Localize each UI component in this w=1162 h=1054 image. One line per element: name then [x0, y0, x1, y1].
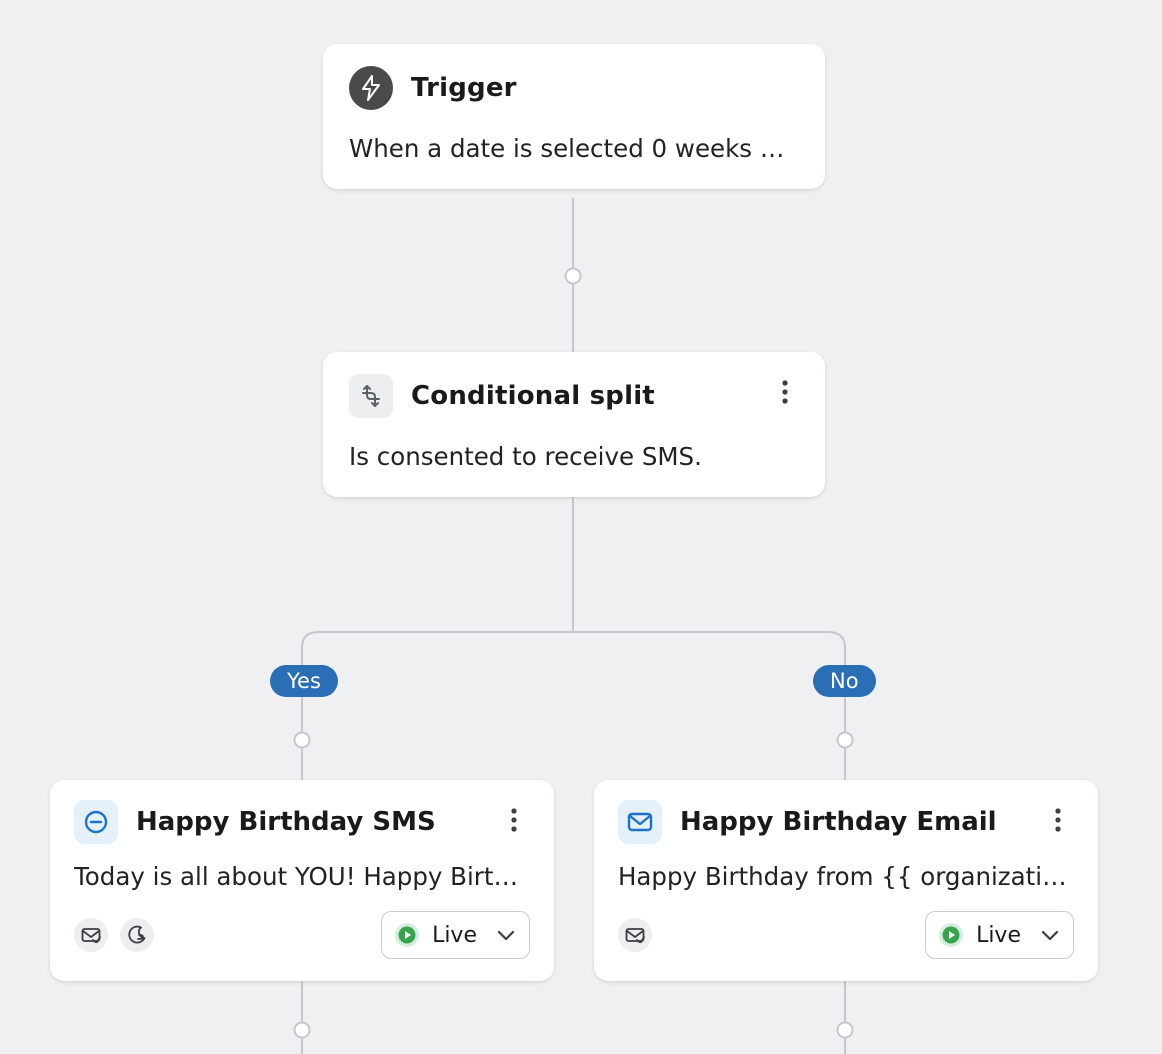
- split-title: Conditional split: [411, 381, 655, 411]
- lightning-icon: [349, 66, 393, 110]
- trigger-description: When a date is selected 0 weeks before .…: [349, 132, 799, 165]
- email-card-description: Happy Birthday from {{ organization.nam.…: [618, 862, 1074, 891]
- email-card-title: Happy Birthday Email: [680, 807, 997, 837]
- sms-card-title: Happy Birthday SMS: [136, 807, 436, 837]
- play-icon: [394, 922, 420, 948]
- kebab-icon: [782, 380, 788, 404]
- chevron-down-icon: [1041, 930, 1059, 941]
- sms-icon: [74, 800, 118, 844]
- branch-pill-yes: Yes: [270, 665, 338, 697]
- sms-status-select[interactable]: Live: [381, 911, 530, 959]
- sms-card-menu-button[interactable]: [496, 802, 532, 838]
- sms-card-description: Today is all about YOU! Happy Birthday f…: [74, 862, 530, 891]
- email-card-menu-button[interactable]: [1040, 802, 1076, 838]
- chevron-down-icon: [497, 930, 515, 941]
- split-menu-button[interactable]: [767, 374, 803, 410]
- email-icon: [618, 800, 662, 844]
- kebab-icon: [511, 808, 517, 832]
- trigger-title: Trigger: [411, 73, 517, 103]
- split-node[interactable]: Conditional split Is consented to receiv…: [323, 352, 825, 497]
- branch-pill-yes-label: Yes: [287, 669, 321, 693]
- quiet-hours-icon: [120, 918, 154, 952]
- email-card[interactable]: Happy Birthday Email Happy Birthday from…: [594, 780, 1098, 981]
- play-icon: [938, 922, 964, 948]
- branch-pill-no: No: [813, 665, 876, 697]
- email-status-select[interactable]: Live: [925, 911, 1074, 959]
- sms-card[interactable]: Happy Birthday SMS Today is all about YO…: [50, 780, 554, 981]
- trigger-node[interactable]: Trigger When a date is selected 0 weeks …: [323, 44, 825, 189]
- branch-pill-no-label: No: [830, 669, 859, 693]
- smart-send-icon: [74, 918, 108, 952]
- kebab-icon: [1055, 808, 1061, 832]
- split-description: Is consented to receive SMS.: [349, 440, 799, 473]
- flow-canvas[interactable]: Trigger When a date is selected 0 weeks …: [0, 0, 1162, 1054]
- email-status-label: Live: [976, 923, 1021, 948]
- sms-status-label: Live: [432, 923, 477, 948]
- split-icon: [349, 374, 393, 418]
- smart-send-icon: [618, 918, 652, 952]
